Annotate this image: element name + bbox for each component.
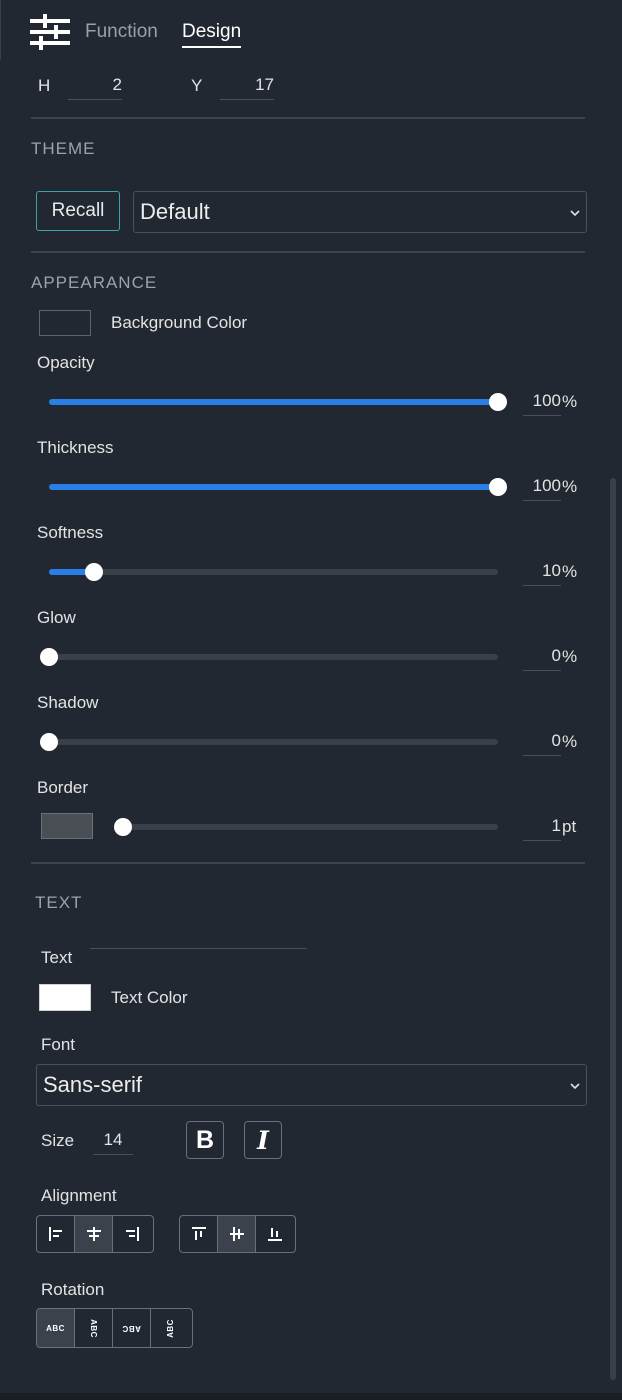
shadow-label: Shadow xyxy=(37,693,99,712)
softness-value[interactable]: 10 xyxy=(523,561,561,586)
rotation-group: ABC ABC ABC ABC xyxy=(36,1308,193,1348)
background-color-label: Background Color xyxy=(111,313,248,332)
shadow-value[interactable]: 0 xyxy=(523,731,561,756)
size-input[interactable]: 14 xyxy=(93,1130,133,1155)
vertical-alignment-group xyxy=(179,1215,296,1253)
softness-slider[interactable] xyxy=(49,563,498,581)
text-section-title: TEXT xyxy=(35,893,83,912)
divider xyxy=(31,862,585,864)
rotation-270-option[interactable]: ABC xyxy=(151,1309,189,1347)
softness-unit: % xyxy=(562,562,578,581)
divider xyxy=(31,251,585,253)
softness-slider-handle[interactable] xyxy=(85,563,103,581)
border-slider[interactable] xyxy=(114,818,498,836)
align-bottom-icon[interactable] xyxy=(256,1216,294,1252)
theme-select-value: Default xyxy=(140,199,210,224)
horizontal-alignment-group xyxy=(36,1215,154,1253)
shadow-unit: % xyxy=(562,732,578,751)
rotation-label: Rotation xyxy=(41,1280,105,1299)
glow-label: Glow xyxy=(37,608,76,627)
opacity-slider-handle[interactable] xyxy=(489,393,507,411)
text-color-label: Text Color xyxy=(111,988,188,1007)
rotation-90-text: ABC xyxy=(89,1318,98,1338)
opacity-value[interactable]: 100 xyxy=(523,391,561,416)
softness-label: Softness xyxy=(37,523,104,542)
glow-unit: % xyxy=(562,647,578,666)
theme-select[interactable]: Default xyxy=(133,191,587,233)
divider xyxy=(31,117,585,119)
text-input[interactable] xyxy=(90,944,307,949)
rotation-90-option[interactable]: ABC xyxy=(75,1309,113,1347)
align-top-icon[interactable] xyxy=(180,1216,218,1252)
recall-button[interactable]: Recall xyxy=(36,191,120,231)
thickness-label: Thickness xyxy=(37,438,114,457)
rotation-0-option[interactable]: ABC xyxy=(37,1309,75,1347)
alignment-label: Alignment xyxy=(41,1186,117,1205)
y-input[interactable]: 17 xyxy=(220,75,274,100)
font-label: Font xyxy=(41,1035,76,1054)
font-select-value: Sans-serif xyxy=(43,1072,143,1097)
h-input[interactable]: 2 xyxy=(68,75,122,100)
h-label: H xyxy=(38,76,51,95)
border-slider-handle[interactable] xyxy=(114,818,132,836)
glow-slider[interactable] xyxy=(40,648,498,666)
align-left-icon[interactable] xyxy=(37,1216,75,1252)
appearance-section-title: APPEARANCE xyxy=(31,273,158,292)
thickness-slider[interactable] xyxy=(49,478,507,496)
rotation-270-text: ABC xyxy=(165,1318,175,1338)
rotation-180-text: ABC xyxy=(122,1323,141,1333)
rotation-0-text: ABC xyxy=(46,1323,65,1333)
border-color-swatch[interactable] xyxy=(41,813,93,839)
tab-function[interactable]: Function xyxy=(85,21,158,43)
size-label: Size xyxy=(41,1131,75,1150)
scrollbar[interactable] xyxy=(610,478,616,1380)
border-value[interactable]: 1 xyxy=(523,816,561,841)
border-unit: pt xyxy=(562,817,577,836)
sliders-icon[interactable] xyxy=(30,14,70,50)
bold-button[interactable]: B xyxy=(186,1121,224,1159)
border-label: Border xyxy=(37,778,89,797)
shadow-slider-handle[interactable] xyxy=(40,733,58,751)
chevron-down-icon xyxy=(570,1078,580,1093)
opacity-slider[interactable] xyxy=(49,393,507,411)
thickness-slider-handle[interactable] xyxy=(489,478,507,496)
theme-section-title: THEME xyxy=(31,139,96,158)
text-label: Text xyxy=(41,948,73,967)
y-label: Y xyxy=(191,76,203,95)
italic-button[interactable]: I xyxy=(244,1121,282,1159)
glow-slider-handle[interactable] xyxy=(40,648,58,666)
thickness-value[interactable]: 100 xyxy=(523,476,561,501)
thickness-unit: % xyxy=(562,477,578,496)
panel-edge xyxy=(0,0,1,60)
text-color-swatch[interactable] xyxy=(39,984,91,1011)
bottom-strip xyxy=(0,1393,622,1400)
shadow-slider[interactable] xyxy=(40,733,498,751)
align-center-icon[interactable] xyxy=(75,1216,113,1252)
align-right-icon[interactable] xyxy=(113,1216,151,1252)
thickness-slider-fill xyxy=(49,484,498,490)
glow-value[interactable]: 0 xyxy=(523,646,561,671)
rotation-180-option[interactable]: ABC xyxy=(113,1309,151,1347)
background-color-swatch[interactable] xyxy=(39,310,91,336)
opacity-label: Opacity xyxy=(37,353,95,372)
opacity-unit: % xyxy=(562,392,578,411)
chevron-down-icon xyxy=(570,205,580,220)
font-select[interactable]: Sans-serif xyxy=(36,1064,587,1106)
align-middle-icon[interactable] xyxy=(218,1216,256,1252)
tab-design[interactable]: Design xyxy=(182,21,242,48)
opacity-slider-fill xyxy=(49,399,498,405)
